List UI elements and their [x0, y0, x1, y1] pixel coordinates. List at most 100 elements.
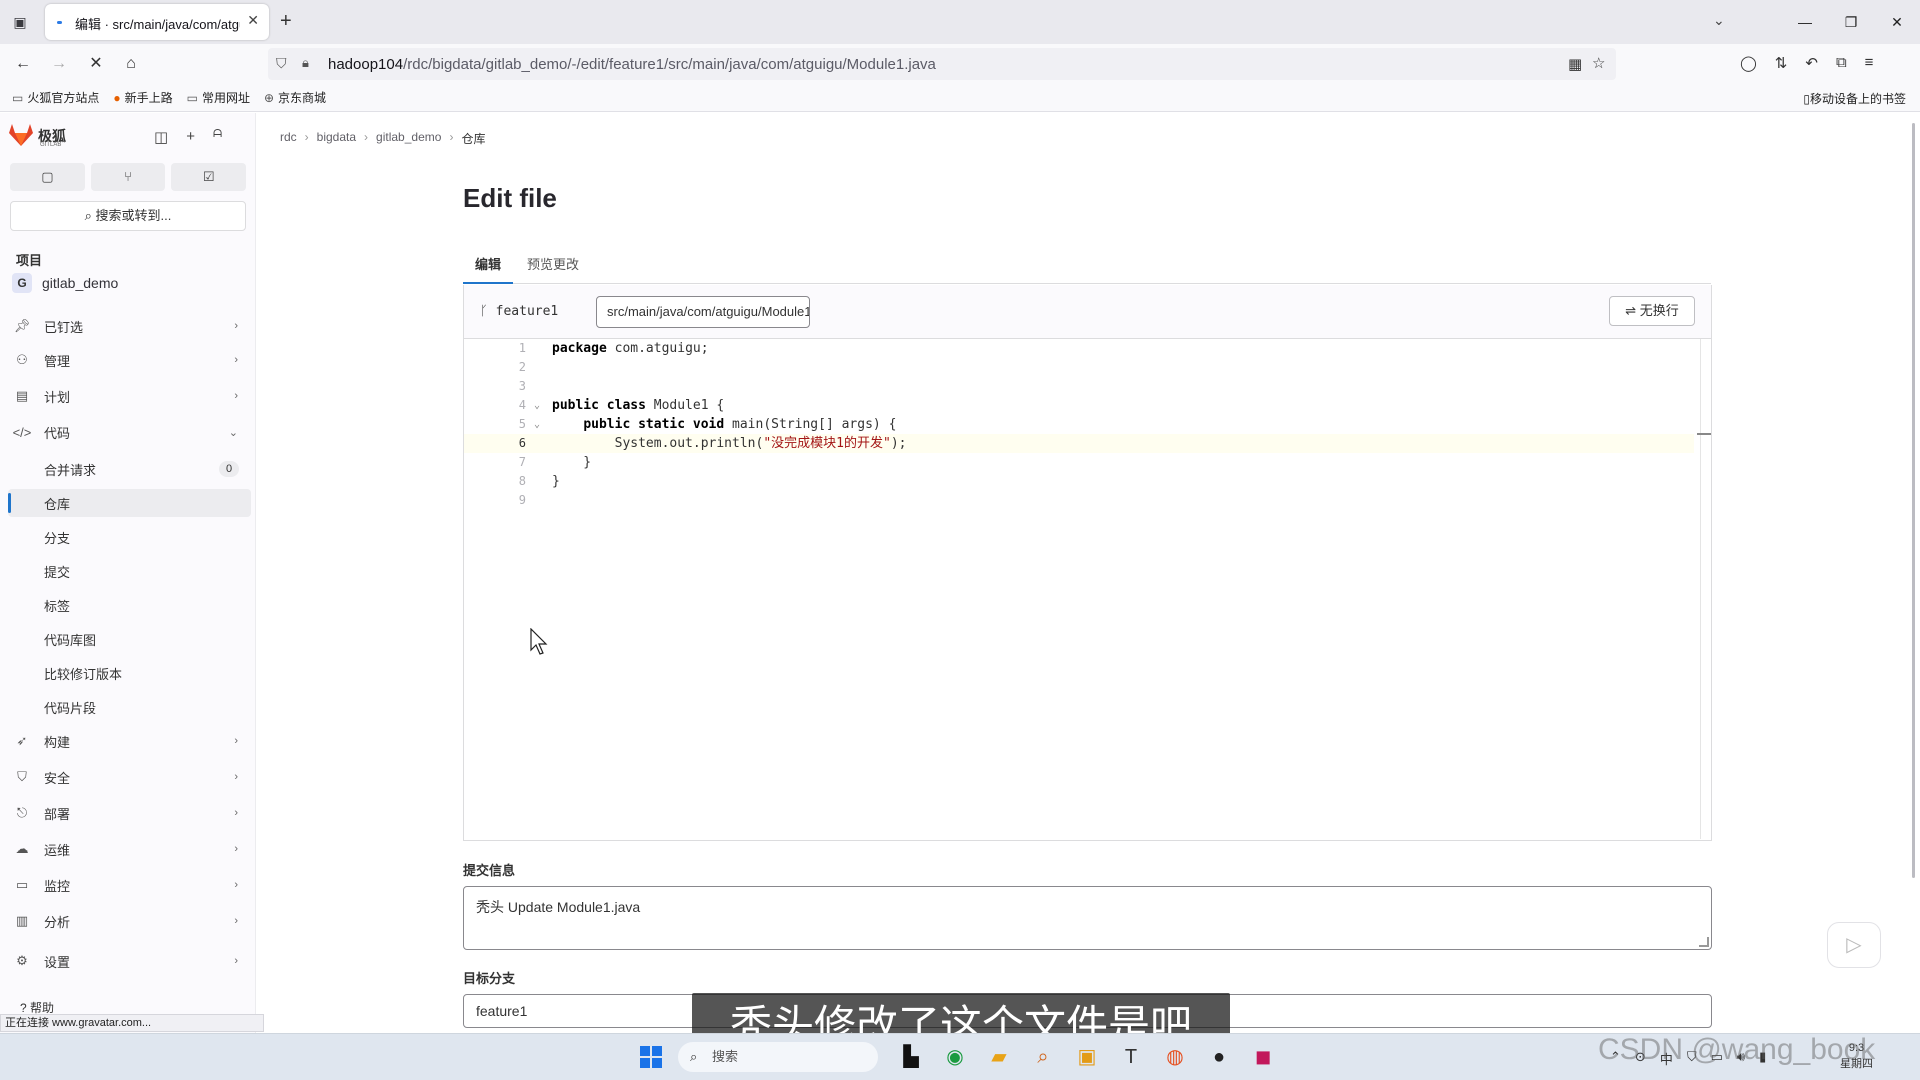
sidebar-sub-repository[interactable]: 仓库 — [8, 489, 251, 517]
lock-icon[interactable]: 🔒︎ — [302, 55, 309, 71]
fold-chevron-icon[interactable]: ⌄ — [534, 396, 540, 415]
chrome-app-icon[interactable]: ◉ — [944, 1046, 966, 1068]
account-icon[interactable]: ◯ — [1740, 54, 1757, 72]
sidebar-sub-branches[interactable]: 分支 — [8, 523, 251, 551]
monitor-icon: ▭ — [15, 877, 29, 892]
extensions-icon[interactable]: ⧉ — [1836, 54, 1847, 72]
windows-start-icon[interactable] — [640, 1046, 662, 1068]
breadcrumb-current[interactable]: 仓库 — [461, 130, 485, 147]
sidebar-item-operate[interactable]: ☁ 运维 › — [12, 835, 248, 863]
taskbar-search[interactable]: ⌕ 搜索 — [678, 1042, 878, 1072]
page-scrollbar[interactable] — [1910, 113, 1918, 1033]
new-tab-icon[interactable]: + — [280, 10, 292, 32]
todo-icon[interactable]: ☑ — [171, 163, 247, 191]
file-path-input[interactable]: src/main/java/com/atguigu/Module1.java — [596, 296, 810, 328]
toggle-sidebar-icon[interactable]: ◫ — [154, 128, 168, 146]
tab-close-icon[interactable]: ✕ — [247, 12, 259, 29]
gitlab-logo-icon[interactable] — [8, 123, 34, 147]
sidebar-item-settings[interactable]: ⚙ 设置 › — [12, 947, 248, 975]
forward-icon[interactable]: → — [48, 53, 70, 75]
tab-favicon-icon — [57, 21, 62, 24]
sidebar-item-analyze[interactable]: ▥ 分析 › — [12, 907, 248, 935]
chevron-right-icon: › — [234, 390, 238, 402]
close-window-icon[interactable]: ✕ — [1874, 0, 1920, 44]
tab-preview-changes[interactable]: 预览更改 — [515, 254, 591, 284]
sidebar-sub-compare[interactable]: 比较修订版本 — [8, 659, 251, 687]
breadcrumb-item[interactable]: rdc — [280, 130, 297, 147]
create-new-icon[interactable]: + — [186, 128, 195, 146]
plan-icon: ▤ — [15, 388, 29, 403]
sidebar-item-secure[interactable]: ⛉ 安全 › — [12, 763, 248, 791]
app-circle-icon[interactable]: ● — [1208, 1046, 1230, 1068]
soft-wrap-button[interactable]: ⇌ 无换行 — [1609, 296, 1695, 326]
globe-icon: ⊕ — [263, 90, 275, 105]
file-editor: ᚴ feature1 src/main/java/com/atguigu/Mod… — [463, 285, 1712, 841]
sidebar-item-monitor[interactable]: ▭ 监控 › — [12, 871, 248, 899]
search-app-icon[interactable]: ⌕ — [1032, 1046, 1054, 1068]
home-icon[interactable]: ⌂ — [120, 53, 142, 75]
bookmark-item[interactable]: ● 新手上路 — [113, 89, 172, 106]
sidebar-item-code[interactable]: </> 代码 ⌄ — [12, 418, 248, 446]
bookmark-item[interactable]: ⊕ 京东商城 — [264, 89, 326, 106]
sidebar-item-manage[interactable]: ⚇ 管理 › — [12, 346, 248, 374]
terminal-app-icon[interactable]: ▙ — [900, 1046, 922, 1068]
commit-message-input[interactable]: 秃头 Update Module1.java — [463, 886, 1712, 950]
sidebar-sub-tags[interactable]: 标签 — [8, 591, 251, 619]
tracking-shield-icon[interactable]: ⛉ — [276, 55, 287, 72]
merge-requests-icon[interactable]: ⑂ — [90, 163, 166, 191]
project-link[interactable]: G gitlab_demo — [12, 270, 248, 296]
qr-code-icon[interactable]: ▦ — [1568, 55, 1582, 73]
bookmark-item[interactable]: ▭ 火狐官方站点 — [12, 89, 99, 106]
minimize-icon[interactable]: — — [1782, 0, 1828, 44]
chevron-right-icon: › — [234, 955, 238, 967]
project-name: gitlab_demo — [42, 275, 119, 291]
sidebar-sub-commits[interactable]: 提交 — [8, 557, 251, 585]
url-text: hadoop104/rdc/bigdata/gitlab_demo/-/edit… — [328, 56, 936, 73]
breadcrumb-item[interactable]: gitlab_demo — [376, 130, 441, 147]
chevron-right-icon: › — [234, 320, 238, 332]
editor-scrollbar[interactable] — [1700, 339, 1701, 839]
sidebar-item-deploy[interactable]: ⎋ 部署 › — [12, 799, 248, 827]
scrollbar-thumb[interactable] — [1912, 123, 1915, 878]
tab-list-icon[interactable]: ▣ — [10, 12, 30, 32]
app-window-icon[interactable]: ▣ — [1076, 1046, 1098, 1068]
sidebar-sub-repo-graph[interactable]: 代码库图 — [8, 625, 251, 653]
gitlab-sidebar: 极狐 GITLAB ◫ + ᗩ ▢ ⑂ ☑ ⌕ 搜索或转到... 项目 G gi… — [0, 113, 256, 1033]
typora-app-icon[interactable]: T — [1120, 1046, 1142, 1068]
address-bar[interactable]: ⛉ 🔒︎ hadoop104/rdc/bigdata/gitlab_demo/-… — [268, 48, 1616, 80]
bookmark-star-icon[interactable]: ☆ — [1592, 54, 1605, 72]
firefox-app-icon[interactable]: ◍ — [1164, 1046, 1186, 1068]
bookmark-item[interactable]: ▭ 常用网址 — [187, 89, 250, 106]
stop-loading-icon[interactable]: ✕ — [85, 53, 107, 75]
sidebar-sub-merge-requests[interactable]: 合并请求 0 — [8, 455, 251, 483]
code-area[interactable]: 1 package com.atguigu; 2 3 4 ⌄ public class… — [464, 339, 1694, 839]
fold-chevron-icon[interactable]: ⌄ — [534, 415, 540, 434]
sidebar-sub-snippets[interactable]: 代码片段 — [8, 693, 251, 721]
rocket-icon: ➶ — [16, 733, 28, 748]
menu-icon[interactable]: ≡ — [1865, 54, 1874, 72]
mobile-bookmarks[interactable]: ▯移动设备上的书签 — [1803, 90, 1906, 107]
sync-icon[interactable]: ⇅ — [1775, 54, 1788, 72]
back-icon[interactable]: ← — [12, 53, 34, 75]
resize-handle[interactable] — [1699, 937, 1709, 947]
user-avatar-icon[interactable]: ᗩ — [213, 128, 222, 146]
intellij-app-icon[interactable]: ◼ — [1252, 1046, 1274, 1068]
code-line-current: 6 System.out.println("没完成模块1的开发"); — [464, 434, 1694, 453]
breadcrumb-item[interactable]: bigdata — [317, 130, 356, 147]
code-line: 1 package com.atguigu; — [518, 341, 709, 356]
sidebar-item-build[interactable]: ➶ 构建 › — [12, 727, 248, 755]
restore-icon[interactable]: ❐ — [1828, 0, 1874, 44]
sidebar-item-plan[interactable]: ▤ 计划 › — [12, 382, 248, 410]
issues-icon[interactable]: ▢ — [10, 163, 85, 191]
sidebar-item-pinned[interactable]: 📌︎ 已钉选 › — [12, 312, 248, 340]
browser-tab-active[interactable]: 编辑 · src/main/java/com/atguigu/Module1.j… — [45, 4, 269, 40]
search-button[interactable]: ⌕ 搜索或转到... — [10, 201, 246, 231]
breadcrumb: rdc › bigdata › gitlab_demo › 仓库 — [280, 130, 485, 147]
undo-icon[interactable]: ↶ — [1805, 54, 1818, 72]
file-explorer-icon[interactable]: ▰ — [988, 1046, 1010, 1068]
code-icon: </> — [12, 424, 32, 440]
chevron-down-icon[interactable]: ⌄ — [1713, 12, 1725, 29]
tab-edit[interactable]: 编辑 — [463, 254, 514, 284]
toolbar-icons: ◯ ⇅ ↶ ⧉ ≡ — [1740, 54, 1873, 72]
play-icon[interactable]: ▷ — [1827, 922, 1881, 968]
